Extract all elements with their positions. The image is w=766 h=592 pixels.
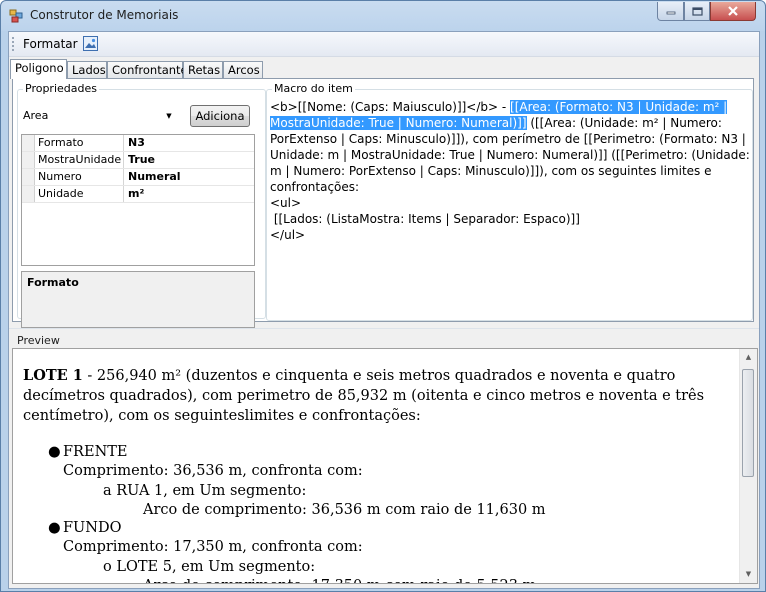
macro-line: <ul> — [270, 196, 302, 210]
property-row-numero[interactable]: Numero Numeral — [22, 169, 254, 186]
side-length: Comprimento: 36,536 m, confronta com: — [63, 463, 363, 479]
tab-arcos[interactable]: Arcos — [223, 61, 263, 78]
side-length: Comprimento: 17,350 m, confronta com: — [63, 539, 363, 555]
properties-group-title: Propriedades — [23, 82, 99, 96]
scroll-up-icon[interactable]: ▲ — [740, 349, 757, 366]
property-value[interactable]: N3 — [128, 135, 145, 151]
minimize-icon — [666, 11, 675, 15]
side-confronts: o LOTE 5, em Um segmento: — [103, 559, 316, 575]
app-icon — [9, 9, 23, 23]
preview-scrollbar[interactable]: ▲ ▼ — [739, 349, 757, 583]
side-title: FUNDO — [63, 520, 122, 536]
side-title: FRENTE — [63, 444, 128, 460]
minimize-button[interactable] — [657, 2, 684, 21]
maximize-button[interactable] — [684, 2, 710, 21]
side-arc: Arco de comprimento: 36,536 m com raio d… — [143, 502, 546, 518]
window-title: Construtor de Memoriais — [30, 8, 179, 22]
scroll-down-icon[interactable]: ▼ — [740, 566, 757, 583]
macro-editor[interactable]: <b>[[Nome: (Caps: Maiusculo)]]</b> - [[A… — [270, 99, 755, 344]
row-gutter — [22, 152, 35, 168]
close-icon — [728, 6, 738, 16]
list-item: ● FUNDO Comprimento: 17,350 m, confronta… — [23, 518, 723, 583]
property-value[interactable]: m² — [128, 186, 144, 202]
bullet: ● — [48, 520, 61, 536]
scroll-thumb[interactable] — [742, 369, 754, 477]
property-key: MostraUnidade — [36, 152, 124, 168]
tab-page-poligono: Propriedades Area ▼ Adiciona Formato N3 … — [12, 78, 754, 328]
row-gutter — [22, 135, 35, 151]
tab-retas[interactable]: Retas — [183, 61, 223, 78]
toolbar-grip[interactable] — [12, 37, 14, 51]
main-window: Construtor de Memoriais Formatar Poligon… — [0, 0, 766, 592]
bullet: ● — [48, 444, 61, 460]
splitter[interactable] — [9, 328, 759, 329]
image-format-icon[interactable] — [83, 36, 98, 51]
preview-label: Preview — [17, 334, 60, 347]
format-button[interactable]: Formatar — [19, 35, 82, 53]
property-row-formato[interactable]: Formato N3 — [22, 135, 254, 152]
side-confronts: a RUA 1, em Um segmento: — [103, 483, 307, 499]
macro-text: <b>[[Nome: (Caps: Maiusculo)]]</b> - — [270, 100, 511, 114]
property-grid: Formato N3 MostraUnidade True Numero Num… — [21, 134, 255, 266]
dropdown-arrow-icon[interactable]: ▼ — [162, 109, 176, 123]
properties-group: Propriedades Area ▼ Adiciona Formato N3 … — [17, 82, 266, 328]
client-area: Formatar Poligono Lados Confrontantes Re… — [8, 31, 760, 589]
macro-group-title: Macro do item — [272, 82, 355, 96]
tab-lados[interactable]: Lados — [67, 61, 107, 78]
close-button[interactable] — [710, 2, 756, 21]
tab-poligono[interactable]: Poligono — [10, 59, 67, 79]
side-arc: Arco de comprimento: 17,350 m com raio d… — [143, 576, 536, 583]
maximize-icon — [691, 6, 703, 16]
macro-line: [[Lados: (ListaMostra: Items | Separador… — [270, 212, 580, 226]
title-bar[interactable]: Construtor de Memoriais — [1, 1, 765, 31]
property-row-mostraunidade[interactable]: MostraUnidade True — [22, 152, 254, 169]
tab-confrontantes[interactable]: Confrontantes — [107, 61, 194, 78]
property-key: Numero — [36, 169, 124, 185]
row-gutter — [22, 186, 35, 202]
lote-description: - 256,940 m² (duzentos e cinquenta e sei… — [23, 368, 705, 424]
property-key: Formato — [36, 135, 124, 151]
lote-title: LOTE 1 — [23, 367, 83, 384]
property-row-unidade[interactable]: Unidade m² — [22, 186, 254, 203]
property-select-value: Area — [23, 109, 49, 122]
macro-group: Macro do item <b>[[Nome: (Caps: Maiuscul… — [266, 82, 753, 321]
macro-line: </ul> — [270, 228, 306, 242]
row-gutter — [22, 169, 35, 185]
property-select[interactable]: Area ▼ — [23, 106, 178, 126]
preview-paragraph: LOTE 1 - 256,940 m² (duzentos e cinquent… — [23, 366, 723, 426]
preview-pane[interactable]: LOTE 1 - 256,940 m² (duzentos e cinquent… — [12, 348, 758, 584]
list-item: ● FRENTE Comprimento: 36,536 m, confront… — [23, 442, 723, 518]
property-value[interactable]: True — [128, 152, 155, 168]
add-property-button[interactable]: Adiciona — [190, 105, 250, 127]
property-value[interactable]: Numeral — [128, 169, 181, 185]
preview-content: LOTE 1 - 256,940 m² (duzentos e cinquent… — [23, 366, 723, 583]
property-description: Formato — [21, 271, 255, 328]
property-key: Unidade — [36, 186, 124, 202]
toolbar: Formatar — [9, 32, 759, 57]
